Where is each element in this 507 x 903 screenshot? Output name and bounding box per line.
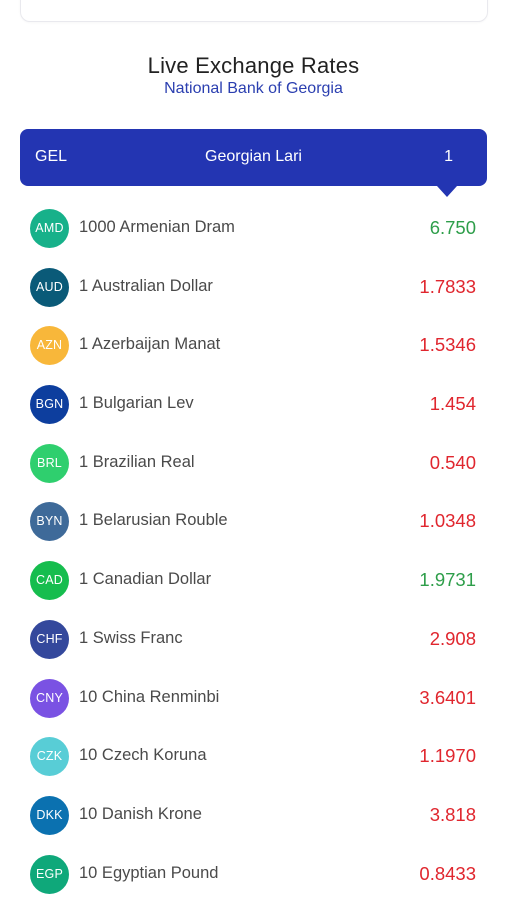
currency-label: 10 China Renminbi (79, 687, 220, 706)
rate-value: 1.7833 (419, 275, 476, 297)
rate-value: 1.1970 (419, 745, 476, 767)
base-currency-name: Georgian Lari (205, 148, 302, 165)
currency-badge: CHF (30, 619, 69, 659)
rate-value: 3.6401 (419, 686, 476, 708)
currency-badge: CNY (30, 678, 69, 718)
rate-value: 0.540 (429, 451, 476, 473)
rate-row-byn[interactable]: BYN 1 Belarusian Rouble 1.0348 (0, 492, 507, 551)
rate-value: 2.908 (429, 627, 476, 649)
rate-value: 1.9731 (419, 569, 476, 591)
currency-label: 1 Canadian Dollar (79, 570, 212, 589)
base-currency-amount: 1 (444, 148, 453, 165)
rate-value: 0.8433 (419, 862, 476, 884)
rate-value: 1.5346 (419, 334, 476, 356)
currency-badge: EGP (30, 854, 69, 894)
rate-row-chf[interactable]: CHF 1 Swiss Franc 2.908 (0, 610, 507, 669)
currency-label: 1 Brazilian Real (79, 452, 195, 471)
currency-label: 10 Egyptian Pound (79, 863, 219, 882)
currency-label: 1 Belarusian Rouble (79, 511, 228, 530)
rate-row-cny[interactable]: CNY 10 China Renminbi 3.6401 (0, 669, 507, 728)
rate-row-dkk[interactable]: DKK 10 Danish Krone 3.818 (0, 786, 507, 845)
rate-row-aud[interactable]: AUD 1 Australian Dollar 1.7833 (0, 258, 507, 317)
currency-label: 1 Bulgarian Lev (79, 394, 194, 413)
currency-badge: BRL (30, 443, 69, 483)
currency-badge: AUD (30, 267, 69, 307)
rate-row-egp[interactable]: EGP 10 Egyptian Pound 0.8433 (0, 845, 507, 903)
rate-row-brl[interactable]: BRL 1 Brazilian Real 0.540 (0, 434, 507, 493)
currency-badge: AZN (30, 326, 69, 366)
currency-badge: BYN (30, 502, 69, 542)
currency-badge: DKK (30, 795, 69, 835)
rate-row-amd[interactable]: AMD 1000 Armenian Dram 6.750 (0, 199, 507, 258)
currency-badge: CZK (30, 737, 69, 777)
rate-row-azn[interactable]: AZN 1 Azerbaijan Manat 1.5346 (0, 316, 507, 375)
currency-badge: AMD (30, 209, 69, 248)
currency-label: 1 Swiss Franc (79, 628, 183, 647)
currency-badge: BGN (30, 385, 69, 425)
rate-value: 6.750 (429, 217, 476, 238)
rate-value: 3.818 (429, 803, 476, 825)
currency-label: 1 Azerbaijan Manat (79, 335, 221, 354)
currency-label: 10 Danish Krone (79, 804, 202, 823)
currency-label: 1000 Armenian Dram (79, 218, 235, 236)
rate-row-czk[interactable]: CZK 10 Czech Koruna 1.1970 (0, 727, 507, 786)
currency-label: 10 Czech Koruna (79, 746, 207, 765)
pointer-arrow-icon (437, 186, 457, 197)
rates-list: AMD 1000 Armenian Dram 6.750 AUD 1 Austr… (0, 199, 507, 903)
currency-badge: CAD (30, 561, 69, 601)
page-subtitle: National Bank of Georgia (164, 80, 343, 97)
top-card (20, 0, 488, 22)
page-title: Live Exchange Rates (147, 53, 360, 78)
rate-value: 1.0348 (419, 510, 476, 532)
rate-row-cad[interactable]: CAD 1 Canadian Dollar 1.9731 (0, 551, 507, 610)
base-currency-bar[interactable]: GEL Georgian Lari 1 (20, 129, 487, 197)
rate-value: 1.454 (429, 393, 476, 415)
currency-label: 1 Australian Dollar (79, 276, 213, 295)
rate-row-bgn[interactable]: BGN 1 Bulgarian Lev 1.454 (0, 375, 507, 434)
